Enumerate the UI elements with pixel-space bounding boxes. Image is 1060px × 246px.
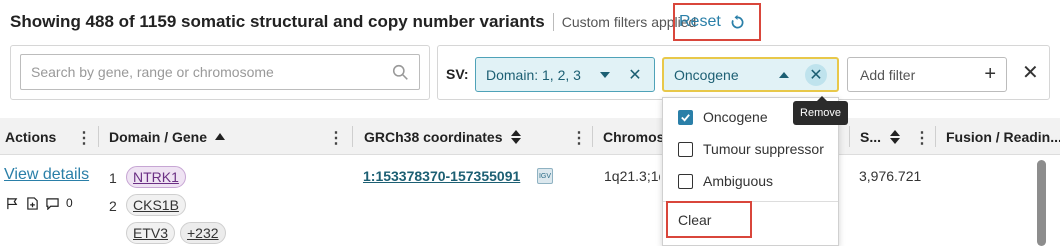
gene-tag-cks1b[interactable]: CKS1B bbox=[126, 194, 186, 216]
domain-number: 1 bbox=[109, 170, 117, 186]
filter-bar: SV: Domain: 1, 2, 3 ✕ Oncogene ✕ Add fil… bbox=[437, 45, 1050, 100]
option-oncogene[interactable]: Oncogene bbox=[678, 107, 768, 127]
option-tumour-suppressor[interactable]: Tumour suppressor bbox=[678, 139, 824, 159]
kebab-menu-icon[interactable]: ⋮ bbox=[328, 128, 344, 148]
col-fusion-label: Fusion / Readin... bbox=[946, 128, 1060, 145]
clear-all-filters-icon[interactable]: ✕ bbox=[1022, 60, 1039, 85]
sort-ascending-icon[interactable] bbox=[215, 133, 226, 140]
option-label: Ambiguous bbox=[703, 173, 774, 189]
reset-button[interactable]: Reset bbox=[679, 9, 746, 35]
row-action-icons: 0 bbox=[6, 196, 73, 210]
col-s-label: S... bbox=[860, 128, 882, 145]
col-chromosome-label: Chromos bbox=[603, 128, 665, 145]
column-resize-handle[interactable] bbox=[352, 126, 353, 147]
add-document-icon[interactable] bbox=[26, 196, 39, 210]
col-actions[interactable]: Actions bbox=[5, 118, 56, 155]
plus-icon[interactable]: + bbox=[984, 63, 996, 86]
add-filter-label: Add filter bbox=[860, 66, 916, 83]
gene-tag-ntrk1[interactable]: NTRK1 bbox=[126, 166, 186, 188]
reset-icon bbox=[731, 14, 744, 28]
domain-filter-label: Domain: 1, 2, 3 bbox=[486, 66, 581, 83]
search-placeholder: Search by gene, range or chromosome bbox=[31, 64, 274, 80]
add-filter-input[interactable]: Add filter + bbox=[847, 57, 1007, 92]
option-label: Tumour suppressor bbox=[703, 141, 824, 157]
chevron-up-icon[interactable] bbox=[779, 71, 789, 78]
col-s[interactable]: S... bbox=[860, 118, 901, 155]
checkbox-unchecked[interactable] bbox=[678, 173, 693, 189]
view-details-link[interactable]: View details bbox=[4, 166, 89, 184]
chevron-down-icon[interactable] bbox=[600, 71, 610, 78]
column-resize-handle[interactable] bbox=[98, 126, 99, 147]
reset-label: Reset bbox=[679, 13, 721, 30]
kebab-menu-icon[interactable]: ⋮ bbox=[76, 128, 92, 148]
checkbox-unchecked[interactable] bbox=[678, 141, 693, 157]
close-icon[interactable]: ✕ bbox=[626, 66, 644, 84]
col-domain-gene[interactable]: Domain / Gene bbox=[109, 118, 226, 155]
col-chromosome[interactable]: Chromos bbox=[603, 118, 664, 155]
checkmark-icon bbox=[681, 113, 690, 122]
comment-icon[interactable] bbox=[46, 197, 59, 210]
table-header: Actions ⋮ Domain / Gene ⋮ GRCh38 coordin… bbox=[0, 118, 1060, 155]
gene-tag-etv3[interactable]: ETV3 bbox=[126, 222, 176, 244]
page-title: Showing 488 of 1159 somatic structural a… bbox=[10, 12, 545, 31]
option-ambiguous[interactable]: Ambiguous bbox=[678, 171, 773, 191]
genome-browser-icon[interactable]: IGV bbox=[537, 168, 553, 184]
sort-icon[interactable] bbox=[511, 129, 522, 144]
kebab-menu-icon[interactable]: ⋮ bbox=[571, 128, 587, 148]
col-actions-label: Actions bbox=[5, 128, 57, 145]
sort-icon[interactable] bbox=[890, 129, 901, 144]
col-coordinates[interactable]: GRCh38 coordinates bbox=[364, 118, 522, 155]
search-icon[interactable] bbox=[392, 64, 409, 81]
domain-filter-chip[interactable]: Domain: 1, 2, 3 ✕ bbox=[475, 57, 655, 92]
coordinates-link[interactable]: 1:153378370-157355091 bbox=[363, 168, 520, 184]
column-resize-handle[interactable] bbox=[935, 126, 936, 147]
more-genes-button[interactable]: +232 bbox=[180, 222, 226, 244]
s-value: 3,976.721 bbox=[859, 168, 922, 184]
domain-number: 2 bbox=[109, 198, 117, 214]
header-divider bbox=[552, 13, 554, 31]
oncogene-filter-chip[interactable]: Oncogene ✕ bbox=[662, 57, 839, 92]
oncogene-filter-label: Oncogene bbox=[674, 66, 739, 83]
clear-button[interactable]: Clear bbox=[678, 212, 711, 228]
column-resize-handle[interactable] bbox=[592, 126, 593, 147]
chromosome-value: 1q21.3;1q bbox=[604, 168, 660, 184]
search-input[interactable]: Search by gene, range or chromosome bbox=[20, 54, 420, 90]
flag-icon[interactable] bbox=[6, 197, 19, 210]
checkbox-checked[interactable] bbox=[678, 109, 693, 125]
col-fusion[interactable]: Fusion / Readin... bbox=[946, 118, 1060, 155]
col-domain-gene-label: Domain / Gene bbox=[109, 128, 208, 145]
kebab-menu-icon[interactable]: ⋮ bbox=[914, 128, 930, 148]
column-resize-handle[interactable] bbox=[849, 126, 850, 147]
option-label: Oncogene bbox=[703, 109, 768, 125]
remove-tooltip: Remove bbox=[793, 96, 848, 125]
comment-count: 0 bbox=[66, 196, 73, 210]
search-panel: Search by gene, range or chromosome bbox=[10, 45, 430, 100]
col-coordinates-label: GRCh38 coordinates bbox=[364, 128, 503, 145]
vertical-scrollbar[interactable] bbox=[1037, 160, 1046, 246]
remove-filter-icon[interactable]: ✕ bbox=[805, 63, 827, 86]
page-header: Showing 488 of 1159 somatic structural a… bbox=[10, 8, 696, 36]
sv-label: SV: bbox=[446, 66, 469, 82]
